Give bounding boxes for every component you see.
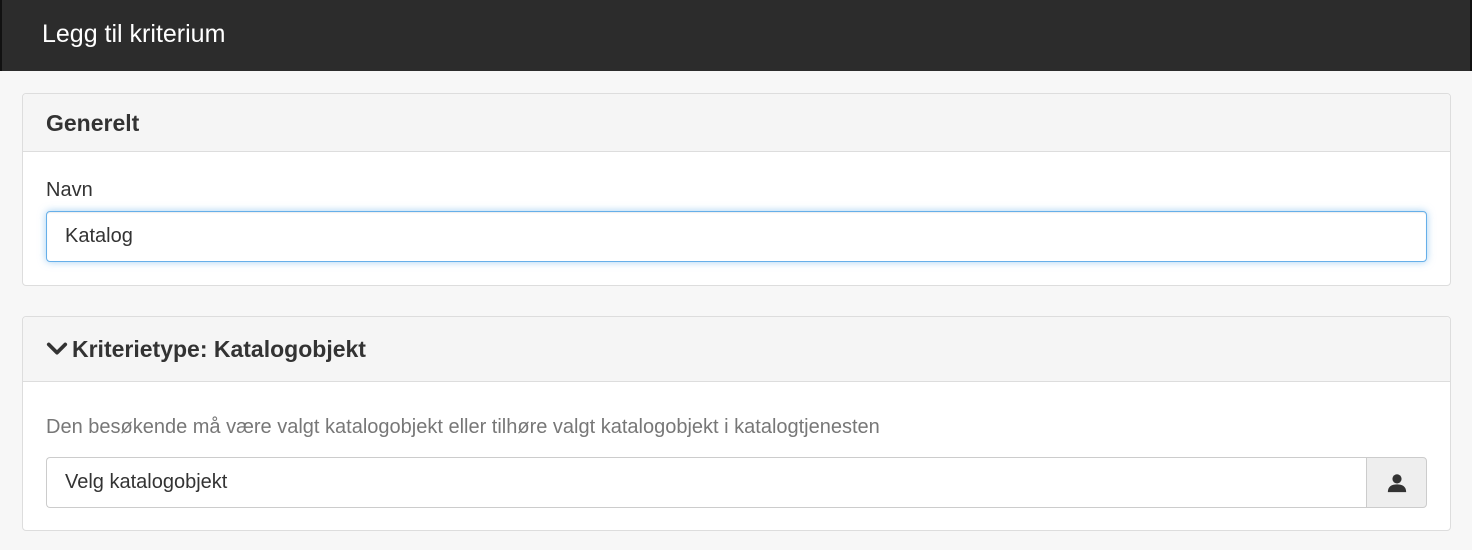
catalog-object-picker: [46, 457, 1427, 508]
criteria-panel-title-row: Kriterietype: Katalogobjekt: [46, 335, 366, 363]
general-panel: Generelt Navn: [22, 93, 1451, 286]
criteria-description: Den besøkende må være valgt katalogobjek…: [46, 416, 880, 438]
general-panel-heading: Generelt: [23, 94, 1450, 152]
name-input[interactable]: [46, 211, 1427, 262]
criteria-panel-toggle[interactable]: Kriterietype: Katalogobjekt: [23, 317, 1450, 382]
modal-header: Legg til kriterium: [0, 0, 1472, 71]
criteria-panel-title: Kriterietype: Katalogobjekt: [72, 336, 366, 362]
modal-title: Legg til kriterium: [42, 20, 226, 48]
chevron-down-icon: [46, 342, 68, 355]
user-icon: [1387, 473, 1406, 492]
catalog-object-input[interactable]: [46, 457, 1366, 508]
general-panel-title: Generelt: [46, 110, 140, 136]
name-label: Navn: [46, 179, 93, 201]
select-catalog-object-button[interactable]: [1366, 457, 1427, 508]
criteria-panel: Kriterietype: Katalogobjekt Den besøkend…: [22, 316, 1451, 531]
